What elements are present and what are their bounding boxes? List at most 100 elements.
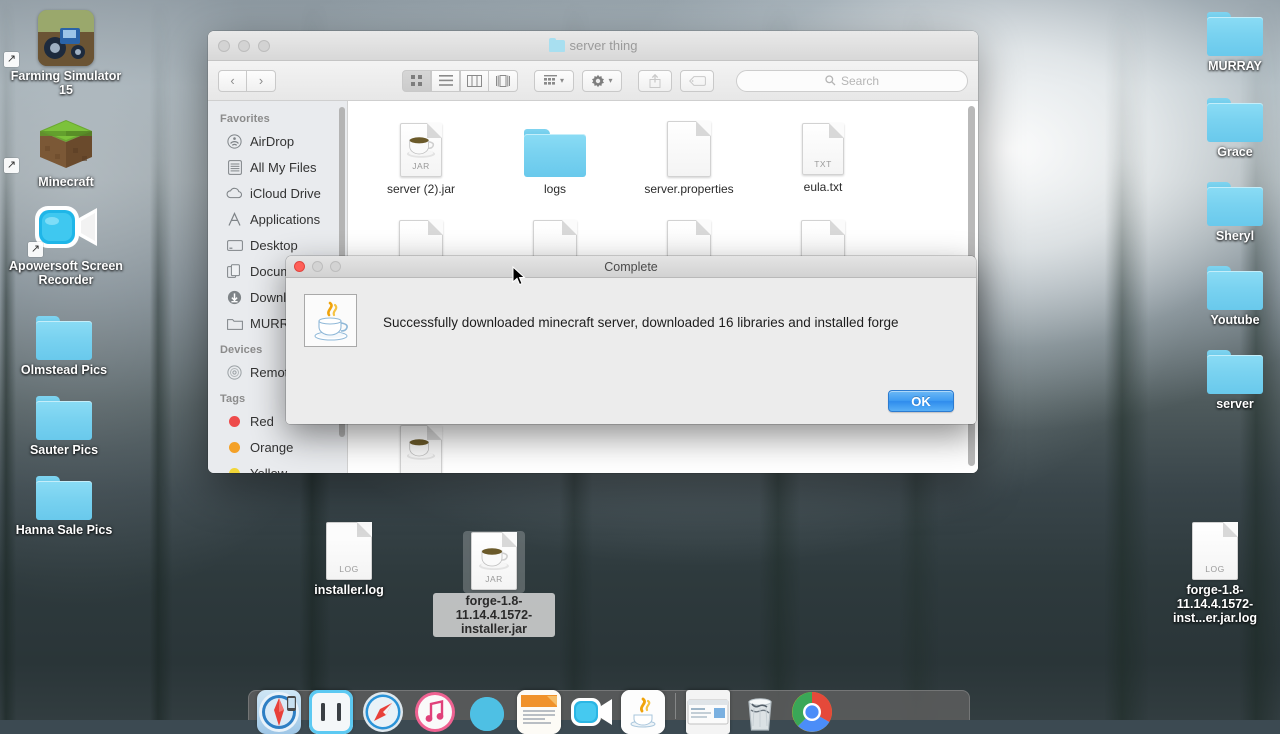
- minimize-button[interactable]: [238, 39, 250, 52]
- file-name-label: server.properties: [644, 182, 734, 196]
- share-button[interactable]: [638, 69, 672, 92]
- dock-item-safari[interactable]: [359, 692, 407, 732]
- alias-arrow-icon: ↗: [4, 52, 19, 67]
- tag-dot-orange-icon: [226, 439, 243, 456]
- back-button[interactable]: ‹: [218, 69, 247, 92]
- desktop-icon-label: Apowersoft Screen Recorder: [9, 259, 123, 287]
- screen-recorder-icon: ↗: [6, 194, 126, 257]
- dialog-titlebar[interactable]: Complete: [286, 256, 976, 278]
- dock-item-screen-recorder[interactable]: [567, 692, 615, 726]
- desktop-icon-forge-installer-jar[interactable]: JAR forge-1.8-11.14.4.1572-installer.jar: [433, 528, 555, 638]
- dialog-window-controls[interactable]: [286, 261, 341, 272]
- folder-icon: [488, 115, 622, 177]
- desktop-icon-apowersoft[interactable]: ↗ Apowersoft Screen Recorder: [6, 194, 126, 287]
- zoom-button[interactable]: [258, 39, 270, 52]
- zoom-button[interactable]: [330, 261, 341, 272]
- close-icon[interactable]: [294, 261, 305, 272]
- alias-arrow-icon: ↗: [4, 158, 19, 173]
- dock-item-pages[interactable]: [515, 690, 563, 734]
- folder-icon: [1175, 164, 1280, 226]
- dialog-message: Successfully downloaded minecraft server…: [383, 315, 899, 330]
- sidebar-item-tag-yellow[interactable]: Yellow: [208, 460, 347, 473]
- file-extension-badge: JAR: [412, 161, 430, 171]
- finder-toolbar[interactable]: ‹ › ▾ ▾ Search: [208, 61, 978, 101]
- file-row: JAR server (2).jar logs server.propertie…: [348, 101, 978, 196]
- column-view-button[interactable]: [460, 69, 489, 92]
- dock-item-itunes[interactable]: [411, 692, 459, 732]
- sidebar-item-airdrop[interactable]: AirDrop: [208, 128, 347, 154]
- file-item-logs[interactable]: logs: [488, 101, 622, 196]
- sidebar-item-label: Red: [250, 413, 274, 429]
- all-my-files-icon: [226, 159, 243, 176]
- desktop-icon-farming-simulator[interactable]: ↗ Farming Simulator 15: [4, 4, 126, 97]
- navigation-buttons[interactable]: ‹ ›: [218, 69, 276, 92]
- dock[interactable]: [248, 690, 970, 734]
- desktop-icon-label: Sheryl: [1215, 229, 1255, 243]
- file-item-server-jar[interactable]: JAR server (2).jar: [354, 101, 488, 196]
- dock-item-java[interactable]: [619, 690, 667, 734]
- desktop-icon-label: Grace: [1217, 145, 1253, 159]
- forward-button[interactable]: ›: [247, 69, 276, 92]
- desktop-icon-installer-log[interactable]: LOG installer.log: [289, 518, 409, 597]
- sidebar-item-desktop[interactable]: Desktop: [208, 232, 347, 258]
- alias-arrow-icon: ↗: [28, 242, 43, 257]
- dock-item-downloads-stack[interactable]: [684, 690, 732, 734]
- dock-item-finder[interactable]: [255, 690, 303, 734]
- dock-item-photos[interactable]: [463, 692, 511, 731]
- grass-block-icon: ↗: [4, 110, 126, 173]
- sidebar-item-applications[interactable]: Applications: [208, 206, 347, 232]
- minimize-button[interactable]: [312, 261, 323, 272]
- sidebar-item-label: Applications: [250, 211, 321, 227]
- coverflow-view-button[interactable]: [489, 69, 518, 92]
- log-file-icon: LOG: [1155, 518, 1275, 580]
- ok-button[interactable]: OK: [888, 390, 954, 412]
- chevron-down-icon: ▾: [559, 76, 564, 85]
- tag-button[interactable]: [680, 69, 714, 92]
- action-button[interactable]: ▾: [582, 69, 622, 92]
- file-item-eula-txt[interactable]: TXT eula.txt: [756, 101, 890, 196]
- desktop-icon-olmstead-pics[interactable]: Olmstead Pics: [4, 298, 124, 377]
- complete-dialog[interactable]: Complete Successfully downloaded minecra…: [286, 256, 976, 424]
- dock-item-chrome[interactable]: [788, 692, 836, 732]
- desktop-icon-grace[interactable]: Grace: [1175, 80, 1280, 159]
- dock-item-launchpad[interactable]: [307, 690, 355, 734]
- desktop-icon-sauter-pics[interactable]: Sauter Pics: [4, 378, 124, 457]
- desktop-icon-minecraft[interactable]: ↗ Minecraft: [4, 110, 126, 189]
- sidebar-item-tag-orange[interactable]: Orange: [208, 434, 347, 460]
- list-view-button[interactable]: [431, 69, 460, 92]
- jar-file-icon: JAR: [433, 528, 555, 590]
- desktop-icon-label: MURRAY: [1208, 59, 1262, 73]
- jar-file-icon: JAR: [354, 115, 488, 177]
- view-mode-buttons[interactable]: [402, 69, 518, 92]
- desktop-icon-youtube[interactable]: Youtube: [1175, 248, 1280, 327]
- arrange-button[interactable]: ▾: [534, 69, 574, 92]
- search-input[interactable]: Search: [736, 69, 968, 92]
- desktop-icon-label: Hanna Sale Pics: [15, 523, 113, 537]
- desktop-icon-server[interactable]: server: [1175, 332, 1280, 411]
- desktop-icon-forge-installer-jar-log[interactable]: LOG forge-1.8-11.14.4.1572-inst...er.jar…: [1155, 518, 1275, 625]
- tag-dot-yellow-icon: [226, 465, 243, 473]
- close-button[interactable]: [218, 39, 230, 52]
- sidebar-item-all-my-files[interactable]: All My Files: [208, 154, 347, 180]
- text-file-icon: TXT: [756, 123, 890, 175]
- sidebar-item-icloud-drive[interactable]: iCloud Drive: [208, 180, 347, 206]
- dock-item-trash[interactable]: [736, 692, 784, 731]
- downloads-icon: [226, 289, 243, 306]
- file-name-label: logs: [543, 182, 566, 196]
- desktop-icon-murray[interactable]: MURRAY: [1175, 0, 1280, 73]
- desktop-icon-label: Minecraft: [38, 175, 94, 189]
- window-controls[interactable]: [208, 39, 270, 52]
- desktop-icon-sheryl[interactable]: Sheryl: [1175, 164, 1280, 243]
- folder-icon: [4, 458, 124, 520]
- desktop-icon-hanna-sale-pics[interactable]: Hanna Sale Pics: [4, 458, 124, 537]
- jar-file-icon: [354, 417, 488, 473]
- airdrop-icon: [226, 133, 243, 150]
- desktop-icon-label: forge-1.8-11.14.4.1572-installer.jar: [433, 593, 555, 637]
- finder-window-title: server thing: [208, 37, 978, 53]
- desktop-icon-label: server: [1216, 397, 1254, 411]
- chevron-down-icon: ▾: [608, 76, 613, 85]
- icon-view-button[interactable]: [402, 69, 431, 92]
- finder-titlebar[interactable]: server thing: [208, 31, 978, 61]
- file-item-server-properties[interactable]: server.properties: [622, 101, 756, 196]
- folder-icon: [1175, 248, 1280, 310]
